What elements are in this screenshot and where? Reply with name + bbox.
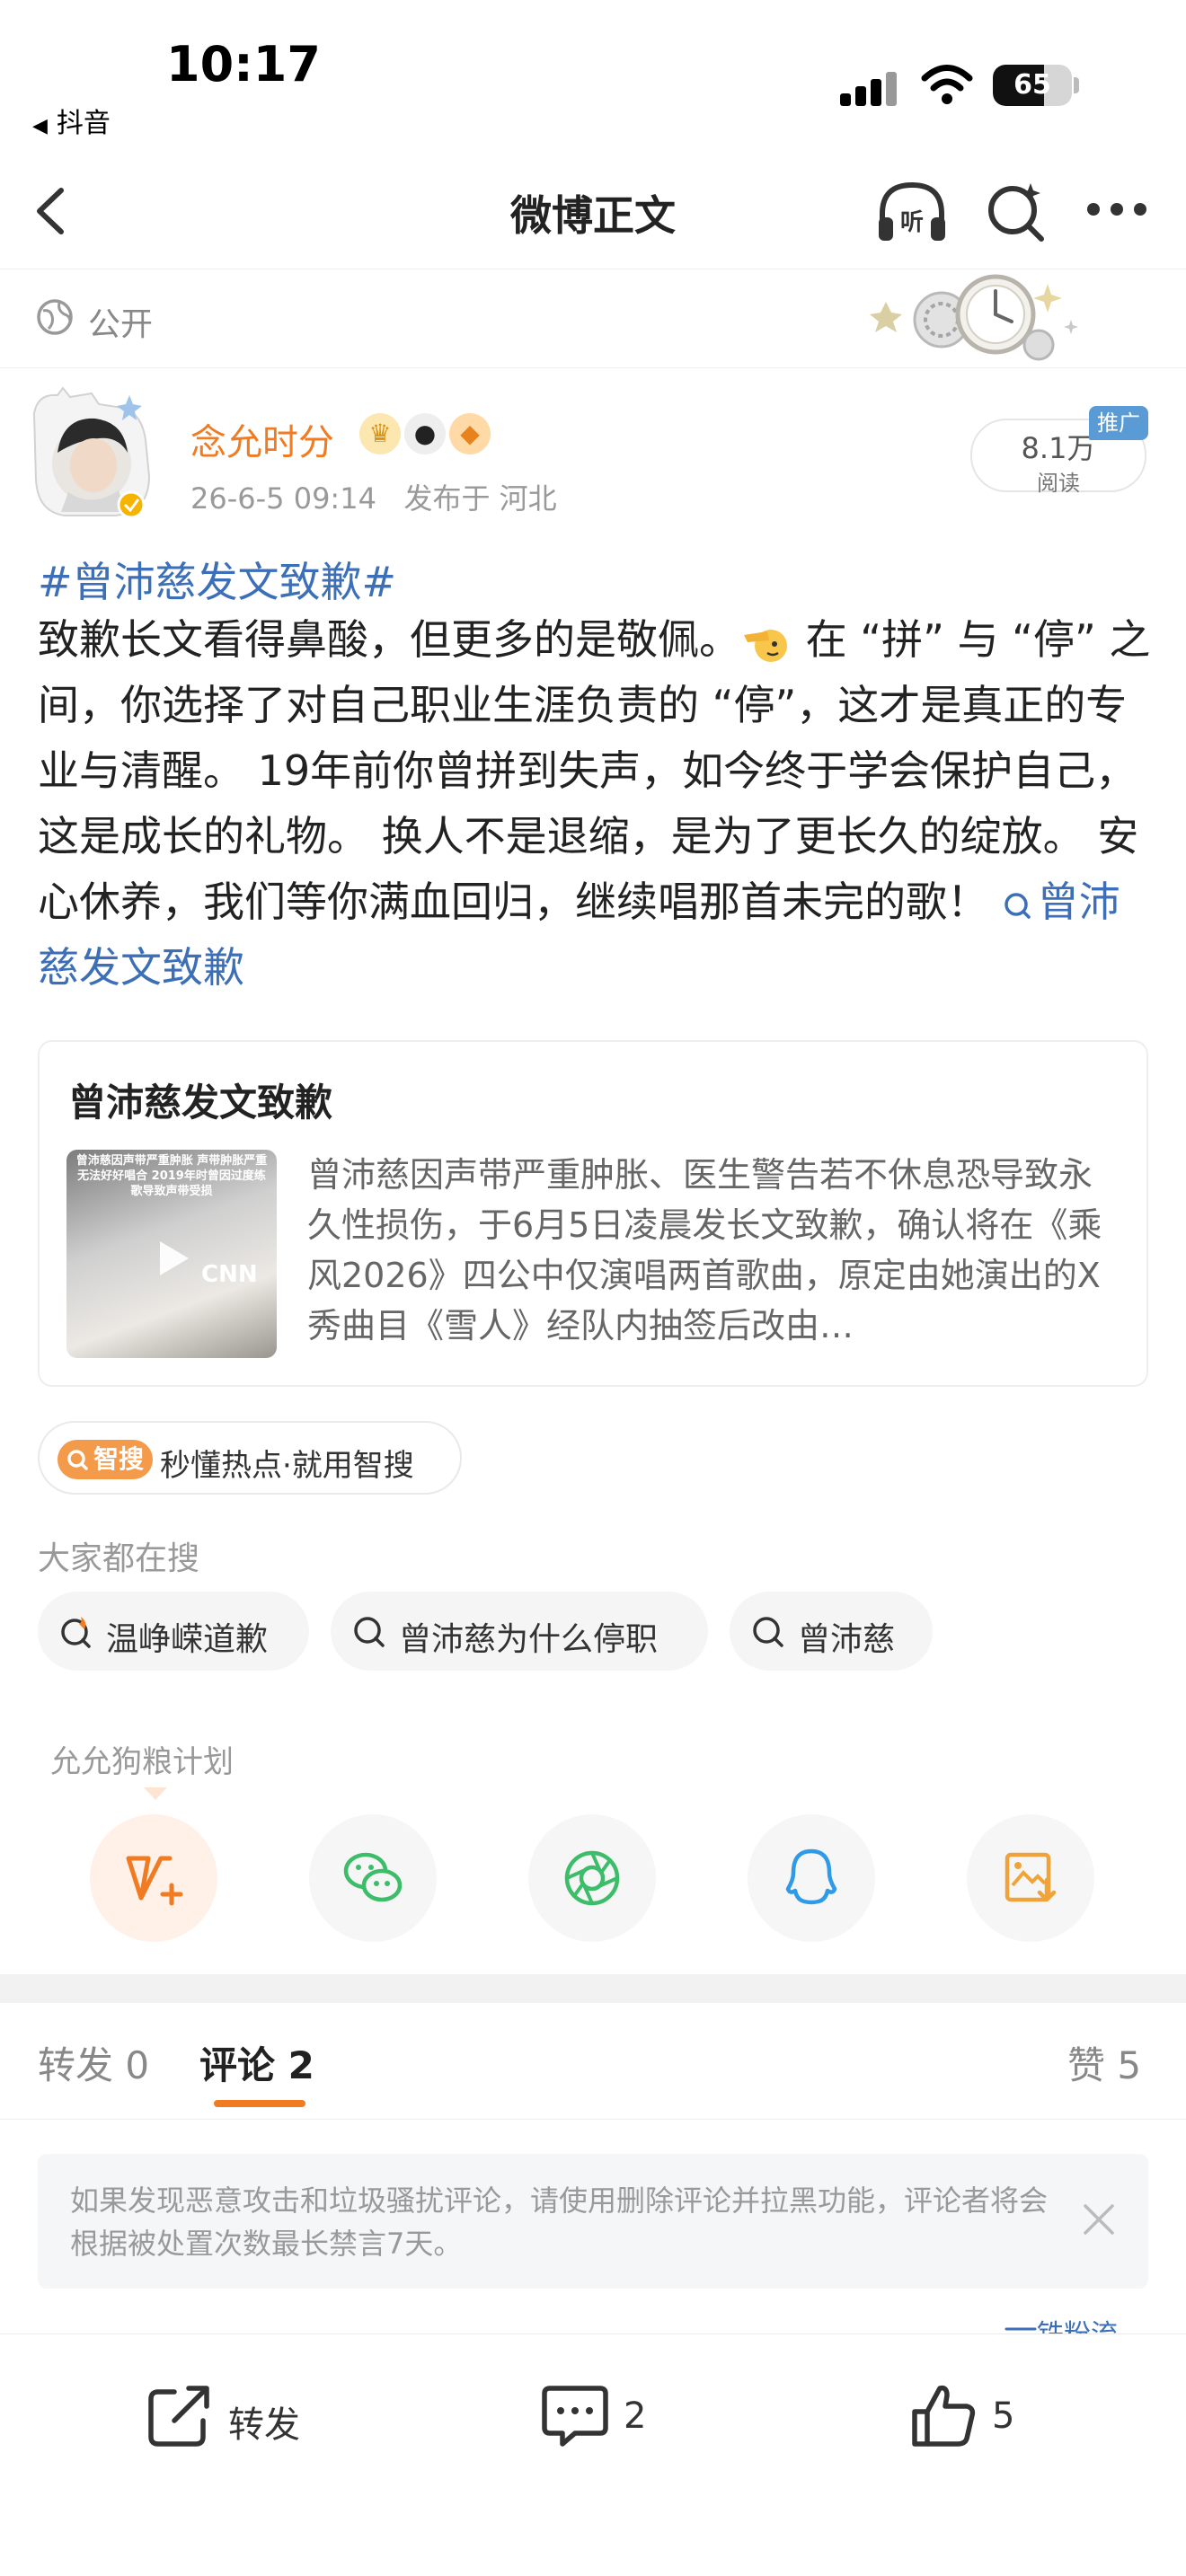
news-card-title: 曾沛慈发文致歉 <box>68 1081 333 1125</box>
author-badges: ♛ ● ◆ <box>359 413 494 458</box>
read-label: 阅读 <box>1037 471 1080 496</box>
wifi-icon <box>921 65 973 104</box>
crown-badge-icon: ♛ <box>359 413 401 454</box>
active-tab-indicator <box>214 2100 305 2107</box>
moments-share-button[interactable] <box>528 1814 656 1942</box>
section-divider <box>0 1974 1186 2003</box>
back-app-label: 抖音 <box>56 108 111 139</box>
close-icon[interactable] <box>1080 2201 1118 2238</box>
nav-bar: 微博正文 听 <box>0 153 1186 269</box>
news-card-summary: 曾沛慈因声带严重肿胀、医生警告若不休息恐导致永久性损伤，于6月5日凌晨发长文致歉… <box>307 1155 1102 1345</box>
thumbs-up-icon <box>912 2385 976 2447</box>
post-meta: 26-6-5 09:14 发布于 河北 <box>190 476 557 517</box>
smart-search-text: 秒懂热点·就用智搜 <box>160 1448 414 1484</box>
status-time: 10:17 <box>166 36 321 93</box>
search-icon <box>354 1617 385 1647</box>
comment-icon <box>542 2386 608 2447</box>
repost-button[interactable]: 转发 <box>144 2379 323 2451</box>
smart-search-logo-text: 智搜 <box>93 1444 145 1474</box>
search-icon[interactable] <box>984 178 1049 246</box>
tab-comment[interactable]: 评论 2 <box>199 2035 314 2090</box>
panda-badge-icon: ● <box>404 413 446 454</box>
search-chip-text: 曾沛慈为什么停职 <box>399 1621 659 1658</box>
tab-like-label: 赞 <box>1067 2043 1106 2087</box>
promo-tag: 推广 <box>1089 406 1148 440</box>
like-button[interactable]: 5 <box>907 2379 1033 2451</box>
search-chip-3[interactable]: 曾沛慈 <box>730 1592 933 1671</box>
cellular-signal-icon <box>840 70 898 106</box>
tab-repost[interactable]: 转发 0 <box>38 2035 149 2090</box>
weibo-plus-icon <box>126 1856 183 1906</box>
moments-icon <box>564 1850 620 1906</box>
author-avatar[interactable] <box>32 386 155 521</box>
selected-pointer-icon <box>144 1787 167 1800</box>
tab-comment-label: 评论 <box>199 2043 276 2087</box>
search-link-icon <box>1004 892 1031 919</box>
post-location: 发布于 河北 <box>403 481 557 516</box>
post-text-part-1: 致歉长文看得鼻酸，但更多的是敬佩。 <box>38 615 740 664</box>
news-video-thumbnail[interactable]: 曾沛慈因声带严重肿胀 声带肿胀严重 无法好好唱合 2019年时曾因过度练歌导致声… <box>66 1150 277 1358</box>
search-chip-text: 曾沛慈 <box>798 1621 896 1658</box>
save-image-share-button[interactable] <box>967 1814 1094 1942</box>
qq-icon <box>785 1848 837 1905</box>
fish-badge-icon: ◆ <box>449 413 491 454</box>
weibo-plus-share-button[interactable] <box>90 1814 217 1942</box>
status-bar: 10:17 ◀ 抖音 65 <box>0 0 1186 153</box>
news-card[interactable]: 曾沛慈发文致歉 曾沛慈因声带严重肿胀 声带肿胀严重 无法好好唱合 2019年时曾… <box>38 1040 1148 1387</box>
clock-decoration-image <box>870 274 1078 361</box>
tab-comment-count: 2 <box>288 2043 314 2087</box>
play-icon <box>160 1241 189 1275</box>
wechat-share-button[interactable] <box>309 1814 437 1942</box>
search-icon <box>753 1617 783 1647</box>
like-count: 5 <box>992 2395 1015 2437</box>
share-group-label: 允允狗粮计划 <box>50 1744 234 1780</box>
smart-search-pill[interactable]: 智搜 秒懂热点·就用智搜 <box>38 1421 462 1495</box>
search-chip-1[interactable]: 温峥嵘道歉 <box>38 1592 309 1671</box>
tab-like[interactable]: 赞 5 <box>1067 2035 1141 2090</box>
bottom-action-bar: 转发 2 5 <box>0 2333 1186 2576</box>
interaction-tabs: 转发 0 评论 2 赞 5 <box>0 2003 1186 2120</box>
tab-repost-count: 0 <box>125 2043 150 2087</box>
smart-search-icon <box>67 1450 88 1470</box>
tab-like-count: 5 <box>1117 2043 1142 2087</box>
battery-percent: 65 <box>1013 69 1051 101</box>
back-to-app-button[interactable]: ◀ 抖音 <box>32 101 111 140</box>
tab-repost-label: 转发 <box>38 2043 114 2087</box>
post-timestamp: 26-6-5 09:14 <box>190 481 376 516</box>
hot-search-icon <box>61 1617 91 1648</box>
comment-count: 2 <box>624 2395 647 2437</box>
battery-icon: 65 <box>993 65 1072 106</box>
search-chip-text: 温峥嵘道歉 <box>106 1621 269 1658</box>
repost-icon <box>148 2386 209 2447</box>
search-chip-2[interactable]: 曾沛慈为什么停职 <box>331 1592 708 1671</box>
svg-text:听: 听 <box>900 209 924 236</box>
salute-emoji-icon <box>744 629 787 662</box>
battery-tip <box>1074 77 1079 93</box>
notice-text: 如果发现恶意攻击和垃圾骚扰评论，请使用删除评论并拉黑功能，评论者将会根据被处置次… <box>70 2183 1049 2261</box>
save-image-icon <box>1005 1852 1057 1902</box>
qq-share-button[interactable] <box>748 1814 875 1942</box>
repost-label: 转发 <box>228 2404 300 2446</box>
globe-icon <box>37 299 73 335</box>
smart-search-logo: 智搜 <box>58 1440 154 1479</box>
visibility-row: 公开 <box>0 269 1186 368</box>
post-text: 致歉长文看得鼻酸，但更多的是敬佩。 在 “拼” 与 “停” 之间，你选择了对自己… <box>38 607 1152 1001</box>
post-hashtag[interactable]: #曾沛慈发文致歉# <box>38 550 396 609</box>
wechat-icon <box>343 1852 403 1902</box>
back-triangle-icon: ◀ <box>32 115 48 137</box>
thumbnail-logo: CNN <box>201 1261 258 1288</box>
comment-notice-banner: 如果发现恶意攻击和垃圾骚扰评论，请使用删除评论并拉黑功能，评论者将会根据被处置次… <box>38 2154 1148 2289</box>
author-name[interactable]: 念允时分 <box>190 413 334 465</box>
thumbnail-caption: 曾沛慈因声带严重肿胀 声带肿胀严重 无法好好唱合 2019年时曾因过度练歌导致声… <box>75 1154 268 1198</box>
headphones-listen-icon[interactable]: 听 <box>873 178 951 246</box>
visibility-label: 公开 <box>88 306 154 343</box>
everyone-searching-label: 大家都在搜 <box>38 1540 200 1577</box>
comment-button[interactable]: 2 <box>539 2379 665 2451</box>
more-options-icon[interactable] <box>1087 203 1146 221</box>
